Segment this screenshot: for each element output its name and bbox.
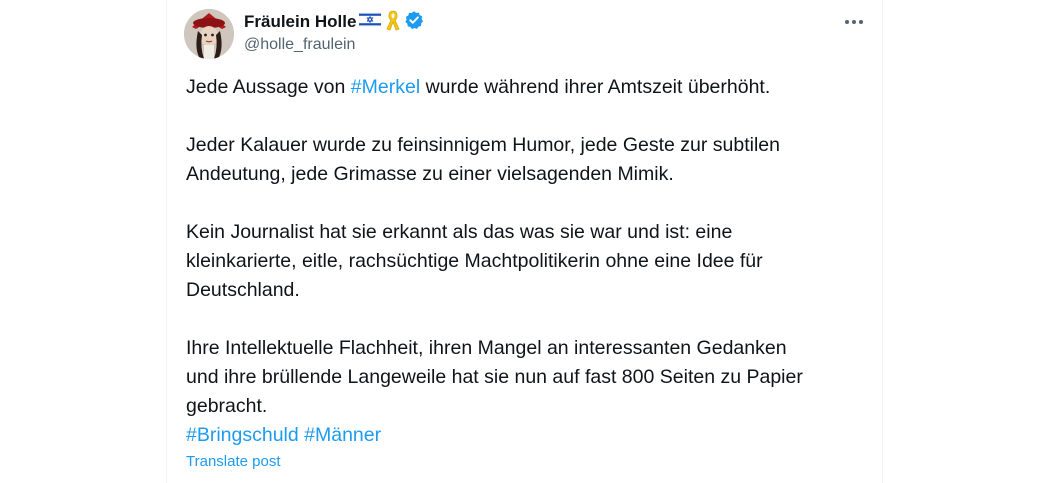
post-text-line: Ihre Intellektuelle Flachheit, ihren Man…: [186, 337, 787, 359]
post-text: Jede Aussage von #Merkel wurde während i…: [186, 73, 866, 450]
author-name-row: Fräulein Holle: [244, 10, 424, 34]
more-horizontal-icon[interactable]: [839, 12, 869, 32]
post-text-segment: Jede Aussage von: [186, 76, 351, 98]
post-paragraph-1: Jede Aussage von #Merkel wurde während i…: [186, 73, 866, 102]
post-text-line: Jeder Kalauer wurde zu feinsinnigem Humo…: [186, 134, 780, 156]
post-text-line: kleinkarierte, eitle, rachsüchtige Macht…: [186, 250, 763, 272]
hashtag-maenner[interactable]: #Männer: [304, 424, 381, 446]
post-text-line: Kein Journalist hat sie erkannt als das …: [186, 221, 733, 243]
post-paragraph-2: Jeder Kalauer wurde zu feinsinnigem Humo…: [186, 131, 866, 189]
avatar[interactable]: [184, 9, 234, 59]
translate-post-link[interactable]: Translate post: [186, 453, 281, 470]
hashtag-bringschuld[interactable]: #Bringschuld: [186, 424, 299, 446]
hashtag-merkel[interactable]: #Merkel: [351, 76, 420, 98]
post-paragraph-4: Ihre Intellektuelle Flachheit, ihren Man…: [186, 334, 866, 450]
post-text-line: Deutschland.: [186, 279, 300, 301]
post-card: Fräulein Holle @holle_fraulein Jede Auss…: [166, 0, 883, 483]
post-paragraph-3: Kein Journalist hat sie erkannt als das …: [186, 218, 866, 305]
post-text-line: gebracht.: [186, 395, 268, 417]
post-text-line: Andeutung, jede Grimasse zu einer vielsa…: [186, 163, 674, 185]
post-text-segment: wurde während ihrer Amtszeit überhöht.: [420, 76, 771, 98]
post-text-line: und ihre brüllende Langeweile hat sie nu…: [186, 366, 803, 388]
yellow-ribbon-icon: [385, 9, 401, 36]
israel-flag-icon: [359, 11, 382, 32]
verified-badge-icon[interactable]: [404, 10, 424, 35]
author-handle[interactable]: @holle_fraulein: [244, 36, 355, 54]
author-display-name[interactable]: Fräulein Holle: [244, 12, 356, 32]
